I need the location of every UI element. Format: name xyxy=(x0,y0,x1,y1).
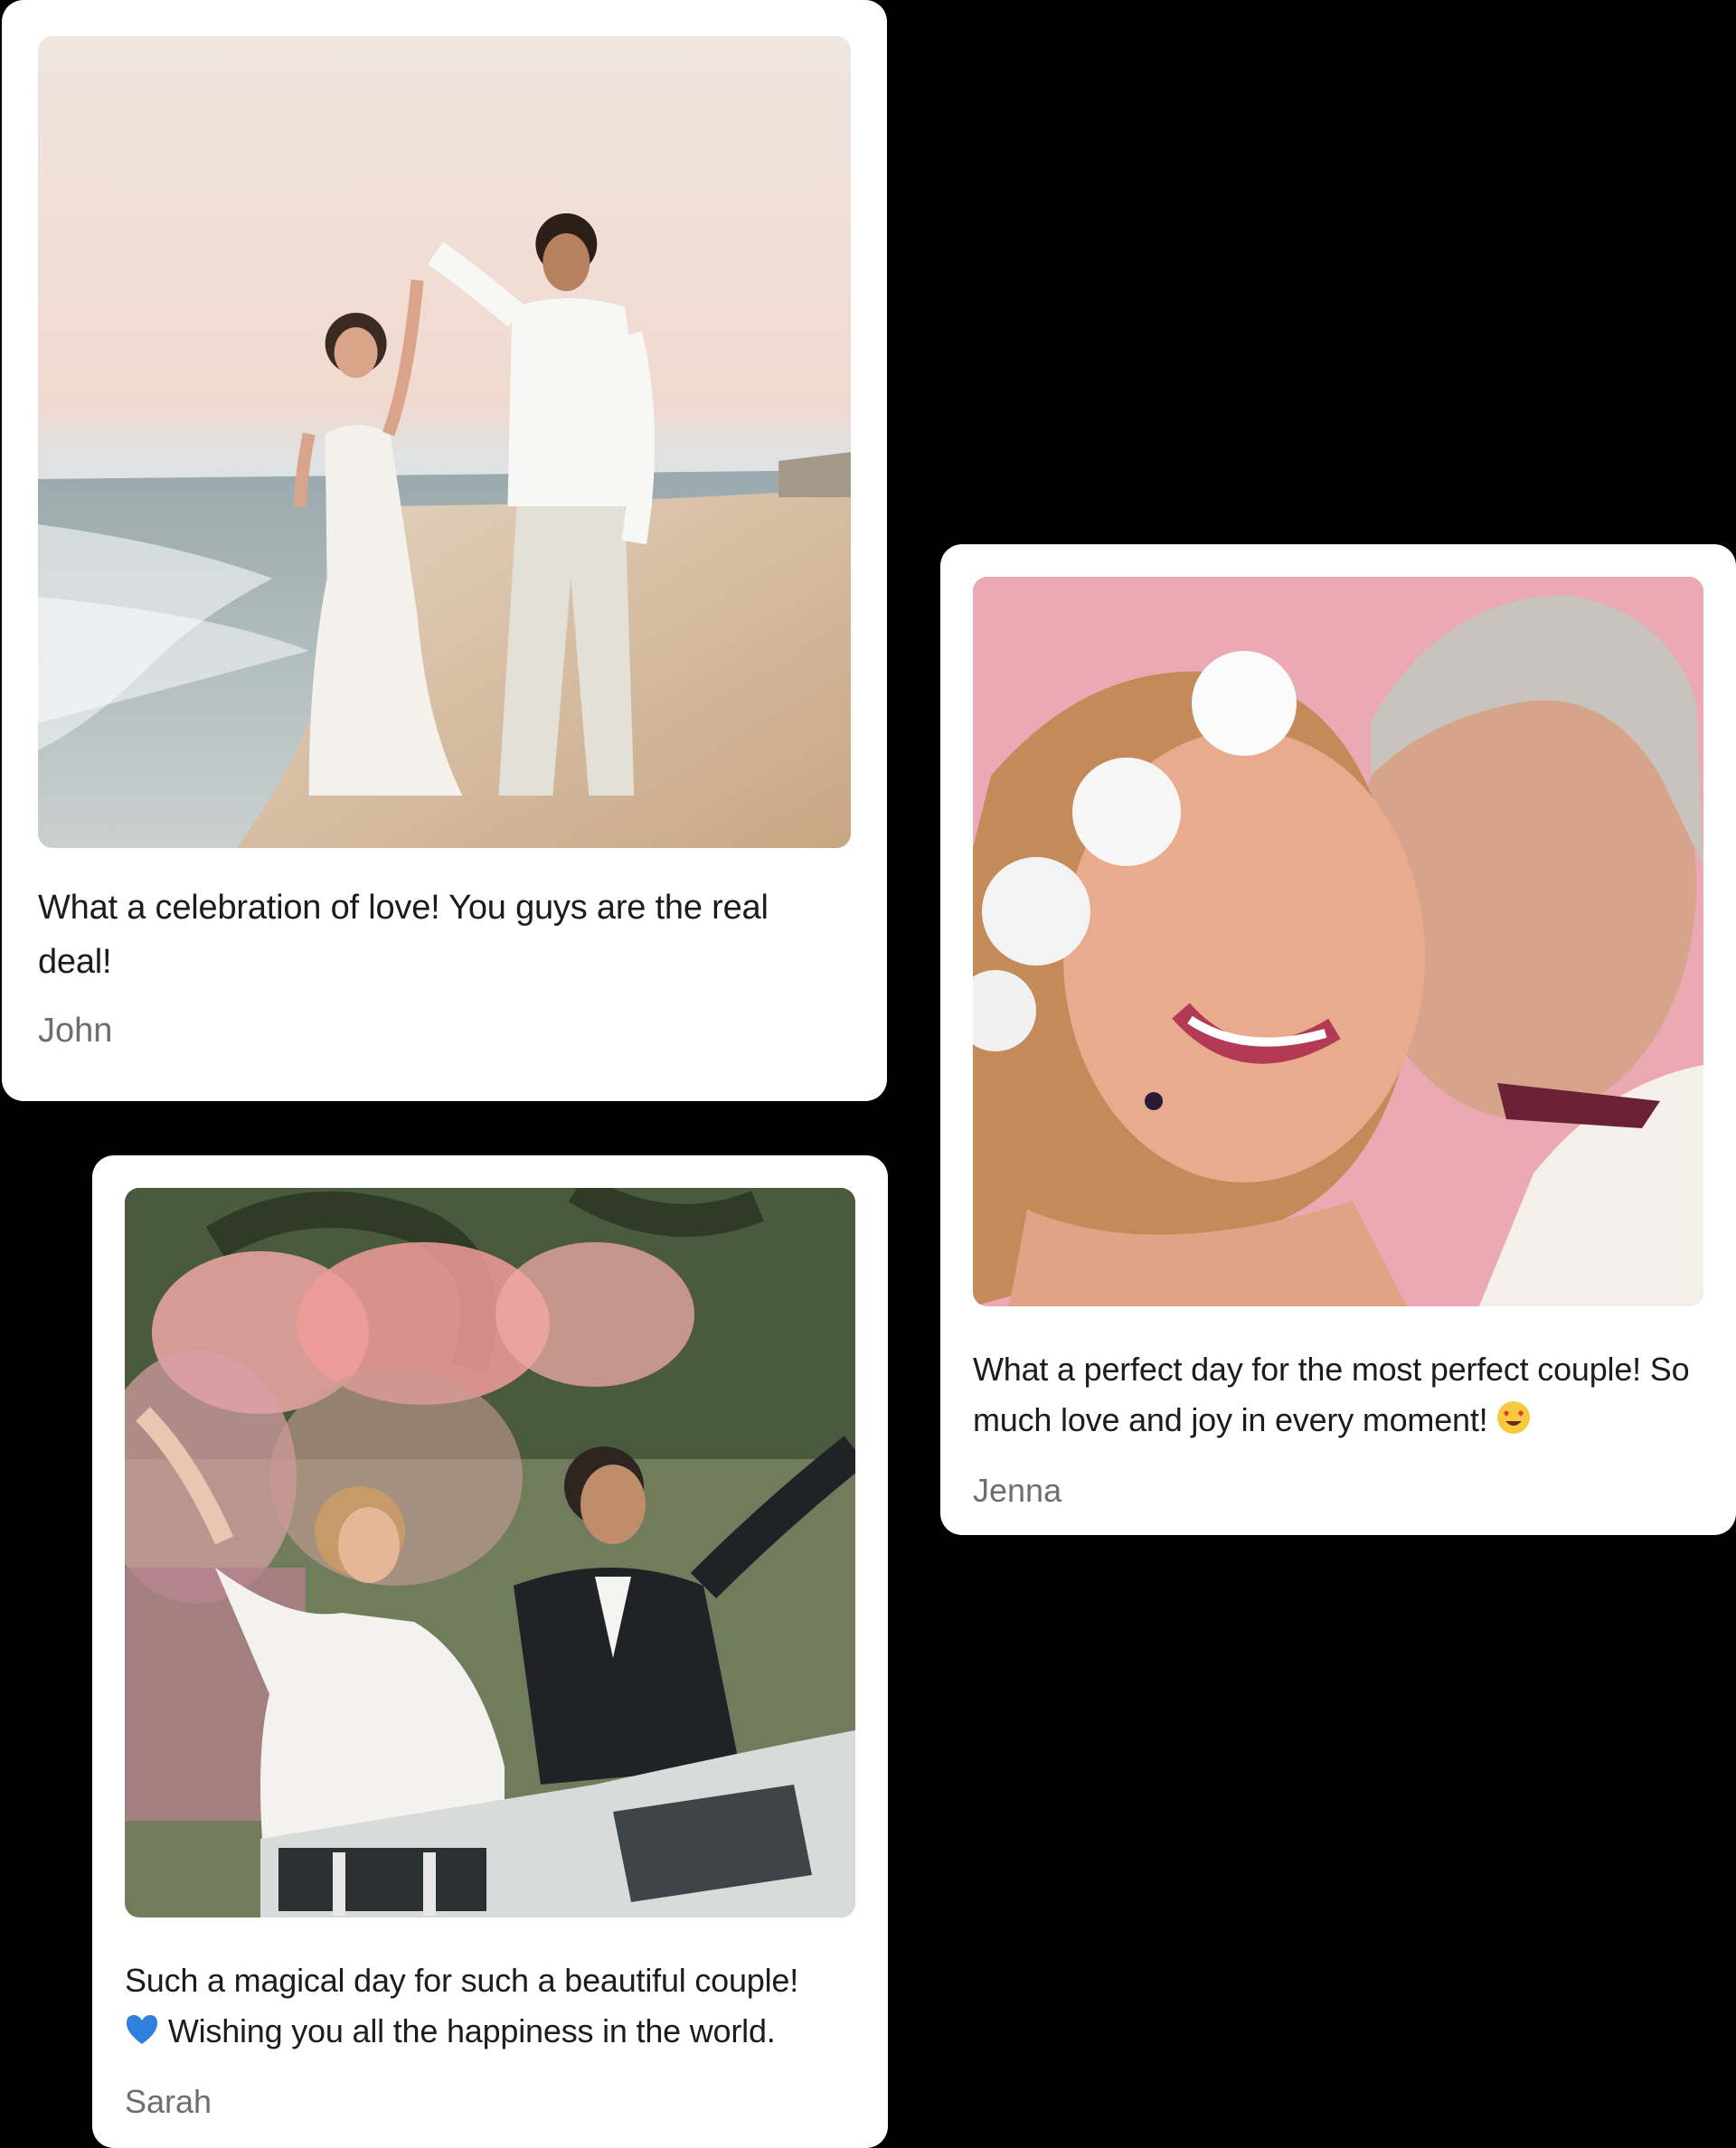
testimonial-author: John xyxy=(38,1012,113,1050)
senior-couple-photo xyxy=(973,577,1703,1306)
testimonial-author: Sarah xyxy=(125,2083,212,2120)
testimonial-author: Jenna xyxy=(973,1472,1062,1509)
testimonial-card-john: What a celebration of love! You guys are… xyxy=(2,0,887,1101)
car-couple-photo xyxy=(125,1188,855,1917)
beach-couple-photo xyxy=(38,36,851,848)
testimonial-message: What a celebration of love! You guys are… xyxy=(38,889,769,981)
testimonial-card-jenna: What a perfect day for the most perfect … xyxy=(940,544,1736,1535)
testimonial-message: What a perfect day for the most perfect … xyxy=(973,1344,1703,1449)
blue-heart-emoji xyxy=(125,2010,159,2060)
heart-eyes-emoji xyxy=(1496,1399,1531,1449)
testimonial-message: Such a magical day for such a beautiful … xyxy=(125,1955,855,2060)
testimonial-card-sarah: Such a magical day for such a beautiful … xyxy=(92,1155,888,2148)
